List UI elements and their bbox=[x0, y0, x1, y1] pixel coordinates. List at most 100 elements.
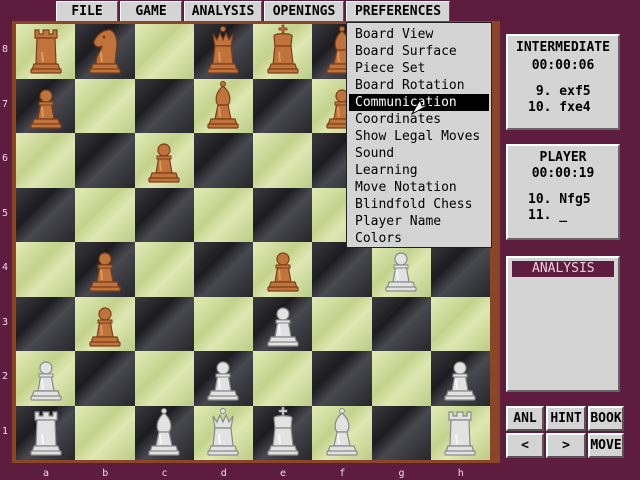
file-label: f bbox=[339, 468, 346, 479]
square-a4[interactable] bbox=[16, 242, 76, 297]
menu-preferences[interactable]: PREFERENCES bbox=[346, 1, 450, 22]
white-rook-icon[interactable] bbox=[437, 406, 483, 460]
white-pawn-icon[interactable] bbox=[200, 351, 246, 405]
square-c1[interactable] bbox=[134, 405, 194, 460]
square-f3[interactable] bbox=[312, 296, 372, 351]
white-bishop-icon[interactable] bbox=[141, 406, 187, 460]
rank-label: 4 bbox=[2, 262, 9, 273]
square-c2[interactable] bbox=[134, 351, 194, 406]
white-pawn-icon[interactable] bbox=[437, 351, 483, 405]
square-a3[interactable] bbox=[16, 296, 76, 351]
menu-item-colors[interactable]: Colors bbox=[349, 230, 489, 247]
opponent-panel: INTERMEDIATE 00:00:06 9. exf5 10. fxe4 bbox=[506, 34, 620, 130]
square-a6[interactable] bbox=[16, 133, 76, 188]
square-c7[interactable] bbox=[134, 78, 194, 133]
square-f1[interactable] bbox=[312, 405, 372, 460]
menu-item-board-view[interactable]: Board View bbox=[349, 26, 489, 43]
square-e6[interactable] bbox=[253, 133, 313, 188]
square-d6[interactable] bbox=[193, 133, 253, 188]
menu-item-player-name[interactable]: Player Name bbox=[349, 213, 489, 230]
menu-game[interactable]: GAME bbox=[120, 1, 182, 22]
square-d8[interactable] bbox=[193, 24, 253, 79]
player-panel: PLAYER 00:00:19 10. Nfg5 11. _ bbox=[506, 144, 620, 240]
menu-item-learning[interactable]: Learning bbox=[349, 162, 489, 179]
square-d1[interactable] bbox=[193, 405, 253, 460]
square-e7[interactable] bbox=[253, 78, 313, 133]
square-b2[interactable] bbox=[75, 351, 135, 406]
square-h3[interactable] bbox=[430, 296, 490, 351]
menu-item-piece-set[interactable]: Piece Set bbox=[349, 60, 489, 77]
back-button[interactable]: < bbox=[506, 433, 544, 458]
square-a5[interactable] bbox=[16, 187, 76, 242]
white-queen-icon[interactable] bbox=[200, 406, 246, 460]
menu-item-move-notation[interactable]: Move Notation bbox=[349, 179, 489, 196]
square-d7[interactable] bbox=[193, 78, 253, 133]
square-d4[interactable] bbox=[193, 242, 253, 297]
forward-button[interactable]: > bbox=[546, 433, 586, 458]
square-h2[interactable] bbox=[430, 351, 490, 406]
square-g3[interactable] bbox=[371, 296, 431, 351]
black-pawn-icon[interactable] bbox=[82, 242, 128, 296]
black-rook-icon[interactable] bbox=[23, 24, 69, 78]
black-queen-icon[interactable] bbox=[200, 24, 246, 78]
white-rook-icon[interactable] bbox=[23, 406, 69, 460]
square-b4[interactable] bbox=[75, 242, 135, 297]
white-pawn-icon[interactable] bbox=[23, 351, 69, 405]
square-e2[interactable] bbox=[253, 351, 313, 406]
book-button[interactable]: BOOK bbox=[588, 406, 624, 431]
square-c5[interactable] bbox=[134, 187, 194, 242]
black-pawn-icon[interactable] bbox=[141, 133, 187, 187]
square-g4[interactable] bbox=[371, 242, 431, 297]
square-b3[interactable] bbox=[75, 296, 135, 351]
square-c3[interactable] bbox=[134, 296, 194, 351]
black-king-icon[interactable] bbox=[260, 24, 306, 78]
square-d2[interactable] bbox=[193, 351, 253, 406]
square-a2[interactable] bbox=[16, 351, 76, 406]
anl-button[interactable]: ANL bbox=[506, 406, 544, 431]
square-a8[interactable] bbox=[16, 24, 76, 79]
square-e1[interactable] bbox=[253, 405, 313, 460]
square-e8[interactable] bbox=[253, 24, 313, 79]
square-h1[interactable] bbox=[430, 405, 490, 460]
square-f4[interactable] bbox=[312, 242, 372, 297]
menu-file[interactable]: FILE bbox=[56, 1, 118, 22]
white-king-icon[interactable] bbox=[260, 406, 306, 460]
move-button[interactable]: MOVE bbox=[588, 433, 624, 458]
square-c8[interactable] bbox=[134, 24, 194, 79]
white-pawn-icon[interactable] bbox=[260, 297, 306, 351]
square-e3[interactable] bbox=[253, 296, 313, 351]
square-b7[interactable] bbox=[75, 78, 135, 133]
white-bishop-icon[interactable] bbox=[319, 406, 365, 460]
square-g2[interactable] bbox=[371, 351, 431, 406]
square-h4[interactable] bbox=[430, 242, 490, 297]
black-knight-icon[interactable] bbox=[82, 24, 128, 78]
menu-item-sound[interactable]: Sound bbox=[349, 145, 489, 162]
black-bishop-icon[interactable] bbox=[200, 79, 246, 133]
menu-item-show-legal-moves[interactable]: Show Legal Moves bbox=[349, 128, 489, 145]
menu-item-board-rotation[interactable]: Board Rotation bbox=[349, 77, 489, 94]
black-pawn-icon[interactable] bbox=[23, 79, 69, 133]
square-e4[interactable] bbox=[253, 242, 313, 297]
menu-item-blindfold-chess[interactable]: Blindfold Chess bbox=[349, 196, 489, 213]
black-pawn-icon[interactable] bbox=[82, 297, 128, 351]
file-label: b bbox=[102, 468, 109, 479]
square-d3[interactable] bbox=[193, 296, 253, 351]
hint-button[interactable]: HINT bbox=[546, 406, 586, 431]
square-f2[interactable] bbox=[312, 351, 372, 406]
menu-openings[interactable]: OPENINGS bbox=[264, 1, 344, 22]
square-g1[interactable] bbox=[371, 405, 431, 460]
black-pawn-icon[interactable] bbox=[260, 242, 306, 296]
square-b5[interactable] bbox=[75, 187, 135, 242]
square-d5[interactable] bbox=[193, 187, 253, 242]
square-b8[interactable] bbox=[75, 24, 135, 79]
square-b6[interactable] bbox=[75, 133, 135, 188]
white-pawn-icon[interactable] bbox=[378, 242, 424, 296]
square-a1[interactable] bbox=[16, 405, 76, 460]
square-c6[interactable] bbox=[134, 133, 194, 188]
menu-analysis[interactable]: ANALYSIS bbox=[184, 1, 262, 22]
square-c4[interactable] bbox=[134, 242, 194, 297]
menu-item-board-surface[interactable]: Board Surface bbox=[349, 43, 489, 60]
square-b1[interactable] bbox=[75, 405, 135, 460]
square-e5[interactable] bbox=[253, 187, 313, 242]
square-a7[interactable] bbox=[16, 78, 76, 133]
